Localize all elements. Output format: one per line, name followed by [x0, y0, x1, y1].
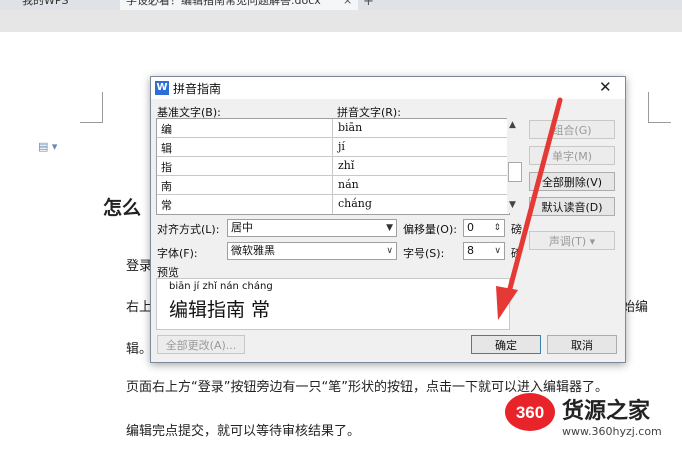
single-char-button[interactable]: 单字(M)	[529, 146, 615, 165]
size-value: 8	[467, 244, 474, 257]
tab-document[interactable]: 学设必看！编辑指南常见问题解答.docx	[120, 0, 358, 10]
clear-all-button[interactable]: 全部删除(V)	[529, 172, 615, 191]
toolbar-area	[0, 10, 682, 32]
wps-app-icon: W	[155, 81, 169, 95]
document-paragraph: 右上	[126, 300, 153, 315]
close-tab-icon[interactable]: ×	[343, 0, 352, 7]
watermark-name: 货源之家	[562, 399, 651, 424]
alignment-select[interactable]: 居中 ▼	[227, 219, 397, 237]
base-text-cell[interactable]: 常	[161, 197, 172, 213]
scroll-thumb[interactable]	[508, 162, 522, 182]
document-paragraph: 编辑完点提交，就可以等待审核结果了。	[126, 424, 361, 439]
pinyin-text-cell[interactable]: biān	[338, 121, 362, 134]
grid-row: 辑 jí	[157, 138, 509, 157]
grid-row: 编 biān	[157, 119, 509, 138]
chevron-down-icon: ∨	[494, 246, 501, 256]
font-select[interactable]: 微软雅黑 ∨	[227, 242, 397, 260]
alignment-label: 对齐方式(L):	[157, 223, 220, 236]
offset-unit: 磅	[511, 223, 522, 236]
combine-button[interactable]: 组合(G)	[529, 120, 615, 139]
tone-button[interactable]: 声调(T) ▾	[529, 231, 615, 250]
watermark-logo-icon: 360	[505, 393, 555, 431]
pinyin-text-cell[interactable]: nán	[338, 178, 359, 191]
scroll-down-icon[interactable]: ▼	[509, 200, 516, 210]
grid-row: 南 nán	[157, 176, 509, 195]
add-tab-icon[interactable]: +	[363, 0, 374, 9]
preview-box: biān jí zhǐ nán cháng 编辑指南 常	[156, 278, 510, 330]
cancel-button[interactable]: 取消	[547, 335, 617, 354]
grid-row: 指 zhǐ	[157, 157, 509, 176]
ok-button[interactable]: 确定	[471, 335, 541, 354]
tab-home[interactable]: 我的WPS	[22, 0, 69, 10]
offset-label: 偏移量(O):	[403, 223, 457, 236]
chevron-down-icon: ∨	[386, 246, 393, 256]
pinyin-guide-dialog: W 拼音指南 ✕ 基准文字(B): 拼音文字(R): 编 biān 辑 jí 指…	[150, 76, 626, 363]
document-paragraph: 辑。	[126, 342, 153, 357]
base-text-cell[interactable]: 编	[161, 121, 172, 137]
offset-value: 0	[467, 221, 474, 234]
preview-text: 编辑指南 常	[169, 299, 271, 321]
tone-button-label: 声调(T)	[548, 235, 587, 248]
alignment-value: 居中	[231, 221, 253, 234]
chevron-down-icon: ▾	[589, 235, 596, 248]
pinyin-text-cell[interactable]: zhǐ	[338, 159, 354, 172]
offset-stepper[interactable]: 0 ⇕	[463, 219, 505, 237]
dialog-title: 拼音指南	[173, 82, 222, 96]
document-outline-icon[interactable]: ▤ ▾	[38, 140, 57, 153]
margin-corner-top-left	[80, 92, 103, 123]
chevron-down-icon: ▼	[386, 223, 393, 233]
document-heading: 怎么	[103, 197, 142, 219]
watermark-url: www.360hyzj.com	[562, 425, 662, 438]
scroll-up-icon[interactable]: ▲	[509, 120, 516, 130]
default-reading-button[interactable]: 默认读音(D)	[529, 197, 615, 216]
stepper-arrows-icon[interactable]: ⇕	[493, 220, 501, 236]
close-icon[interactable]: ✕	[599, 78, 612, 96]
tab-bar: 我的WPS 学设必看！编辑指南常见问题解答.docx × +	[0, 0, 682, 10]
size-label: 字号(S):	[403, 247, 445, 260]
document-paragraph: 登录	[126, 259, 153, 274]
size-unit: 磅	[511, 247, 522, 260]
dialog-titlebar[interactable]: W 拼音指南 ✕	[151, 77, 625, 99]
logo-number: 360	[516, 403, 544, 422]
grid-row: 常 cháng	[157, 195, 509, 214]
base-text-cell[interactable]: 辑	[161, 140, 172, 156]
grid-scrollbar[interactable]: ▲ ▼	[507, 118, 522, 213]
size-select[interactable]: 8 ∨	[463, 242, 505, 260]
font-value: 微软雅黑	[231, 244, 275, 257]
base-text-cell[interactable]: 南	[161, 178, 172, 194]
font-label: 字体(F):	[157, 247, 198, 260]
preview-pinyin: biān jí zhǐ nán cháng	[169, 281, 273, 292]
margin-corner-top-right	[648, 92, 671, 123]
pinyin-text-cell[interactable]: jí	[338, 140, 345, 153]
pinyin-grid: 编 biān 辑 jí 指 zhǐ 南 nán 常 cháng	[156, 118, 510, 215]
pinyin-text-cell[interactable]: cháng	[338, 197, 372, 210]
base-text-cell[interactable]: 指	[161, 159, 172, 175]
change-all-button[interactable]: 全部更改(A)...	[157, 335, 245, 354]
